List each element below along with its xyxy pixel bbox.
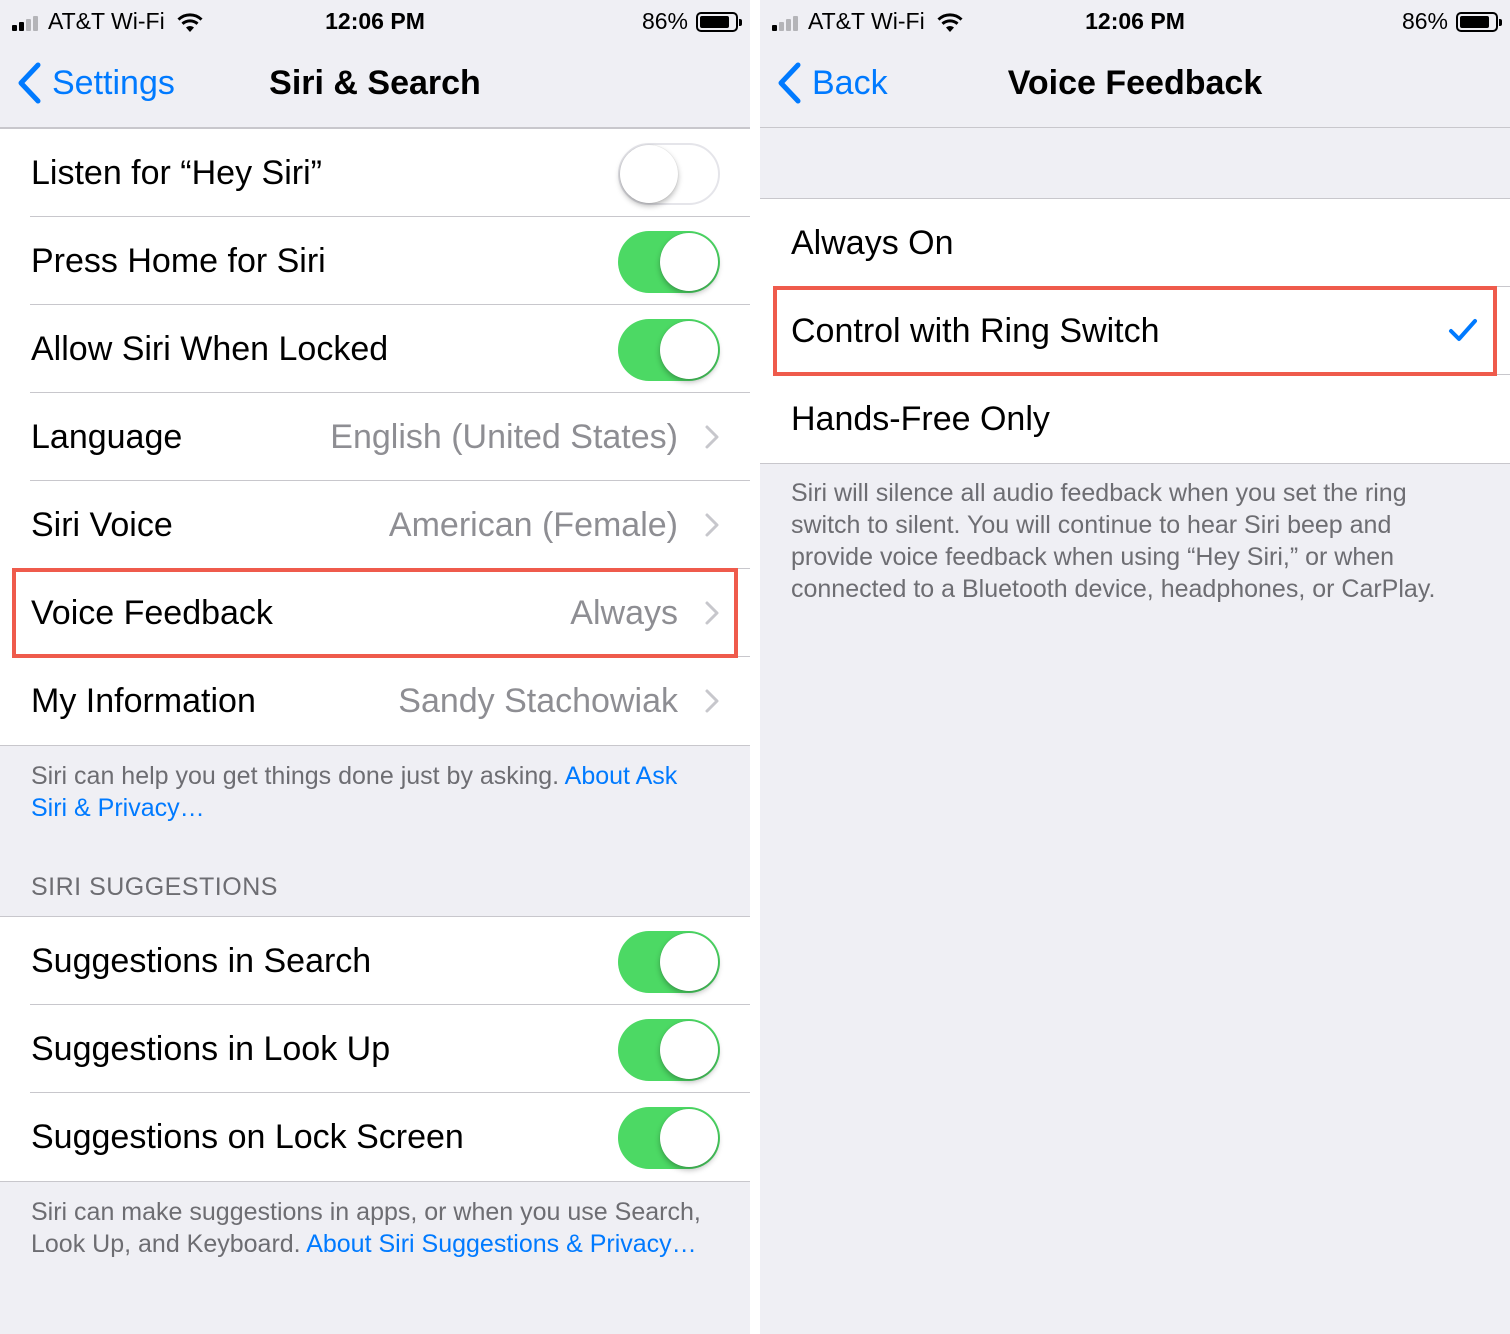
battery-level-fill <box>700 15 730 28</box>
row-label: Suggestions in Look Up <box>31 1030 391 1068</box>
row-value: English (United States) <box>330 418 678 456</box>
siri-search-screen: AT&T Wi-Fi 12:06 PM 86% Settings Siri & … <box>0 0 750 1334</box>
battery-level-fill <box>1460 15 1490 28</box>
row-label: Allow Siri When Locked <box>31 330 389 368</box>
suggestions-lookup-toggle[interactable] <box>618 1019 720 1081</box>
page-title: Voice Feedback <box>1007 64 1263 102</box>
siri-footer-note: Siri can help you get things done just b… <box>31 760 711 824</box>
press-home-toggle[interactable] <box>618 231 720 293</box>
row-label: Language <box>31 418 183 456</box>
voice-feedback-footer-note: Siri will silence all audio feedback whe… <box>791 479 1436 603</box>
option-label: Always On <box>791 224 954 262</box>
status-right: 86% <box>641 8 742 35</box>
chevron-right-icon <box>705 601 719 625</box>
checkmark-icon <box>1449 319 1477 341</box>
navigation-bar: Back Voice Feedback <box>760 40 1510 128</box>
row-voice-feedback[interactable]: Voice Feedback Always <box>0 569 750 657</box>
page-title: Siri & Search <box>269 64 481 102</box>
row-suggestions-on-lock-screen: Suggestions on Lock Screen <box>0 1093 750 1181</box>
battery-percent: 86% <box>1401 8 1448 34</box>
chevron-right-icon <box>705 689 719 713</box>
chevron-right-icon <box>705 425 719 449</box>
about-siri-suggestions-privacy-link[interactable]: About Siri Suggestions & Privacy… <box>306 1230 696 1258</box>
row-listen-hey-siri: Listen for “Hey Siri” <box>0 129 750 217</box>
section-header-siri-suggestions: SIRI SUGGESTIONS <box>31 873 278 901</box>
status-bar: AT&T Wi-Fi 12:06 PM 86% <box>0 0 750 40</box>
battery-icon <box>1456 11 1502 32</box>
option-label: Control with Ring Switch <box>791 312 1160 350</box>
row-label: Suggestions on Lock Screen <box>31 1118 464 1156</box>
option-always-on[interactable]: Always On <box>760 199 1510 287</box>
option-label: Hands-Free Only <box>791 400 1050 438</box>
row-value: American (Female) <box>388 506 678 544</box>
siri-suggestions-list: Suggestions in Search Suggestions in Loo… <box>0 916 750 1182</box>
row-label: Press Home for Siri <box>31 242 326 280</box>
status-time: 12:06 PM <box>1085 8 1185 34</box>
row-label: Voice Feedback <box>31 594 273 632</box>
row-label: My Information <box>31 682 256 720</box>
battery-percent: 86% <box>641 8 688 34</box>
voice-feedback-options-list: Always On Control with Ring Switch Hands… <box>760 198 1510 464</box>
row-suggestions-in-look-up: Suggestions in Look Up <box>0 1005 750 1093</box>
suggestions-lock-screen-toggle[interactable] <box>618 1107 720 1169</box>
status-time: 12:06 PM <box>325 8 425 34</box>
status-right: 86% <box>1401 8 1502 35</box>
option-hands-free-only[interactable]: Hands-Free Only <box>760 375 1510 463</box>
row-suggestions-in-search: Suggestions in Search <box>0 917 750 1005</box>
hey-siri-toggle[interactable] <box>618 143 720 205</box>
row-language[interactable]: Language English (United States) <box>0 393 750 481</box>
suggestions-search-toggle[interactable] <box>618 931 720 993</box>
voice-feedback-screen: AT&T Wi-Fi 12:06 PM 86% Back Voice Feedb… <box>760 0 1510 1334</box>
siri-settings-list: Listen for “Hey Siri” Press Home for Sir… <box>0 128 750 746</box>
allow-when-locked-toggle[interactable] <box>618 319 720 381</box>
row-label: Siri Voice <box>31 506 173 544</box>
navigation-bar: Settings Siri & Search <box>0 40 750 128</box>
row-siri-voice[interactable]: Siri Voice American (Female) <box>0 481 750 569</box>
option-control-with-ring-switch[interactable]: Control with Ring Switch <box>760 287 1510 375</box>
row-value: Always <box>570 594 678 632</box>
row-press-home-for-siri: Press Home for Siri <box>0 217 750 305</box>
status-bar: AT&T Wi-Fi 12:06 PM 86% <box>760 0 1510 40</box>
battery-icon <box>696 11 742 32</box>
row-my-information[interactable]: My Information Sandy Stachowiak <box>0 657 750 745</box>
row-value: Sandy Stachowiak <box>398 682 678 720</box>
suggestions-footer-note: Siri can make suggestions in apps, or wh… <box>31 1196 711 1260</box>
row-label: Suggestions in Search <box>31 942 372 980</box>
row-allow-siri-when-locked: Allow Siri When Locked <box>0 305 750 393</box>
chevron-right-icon <box>705 513 719 537</box>
row-label: Listen for “Hey Siri” <box>31 154 322 192</box>
footer-text: Siri can help you get things done just b… <box>31 762 565 790</box>
